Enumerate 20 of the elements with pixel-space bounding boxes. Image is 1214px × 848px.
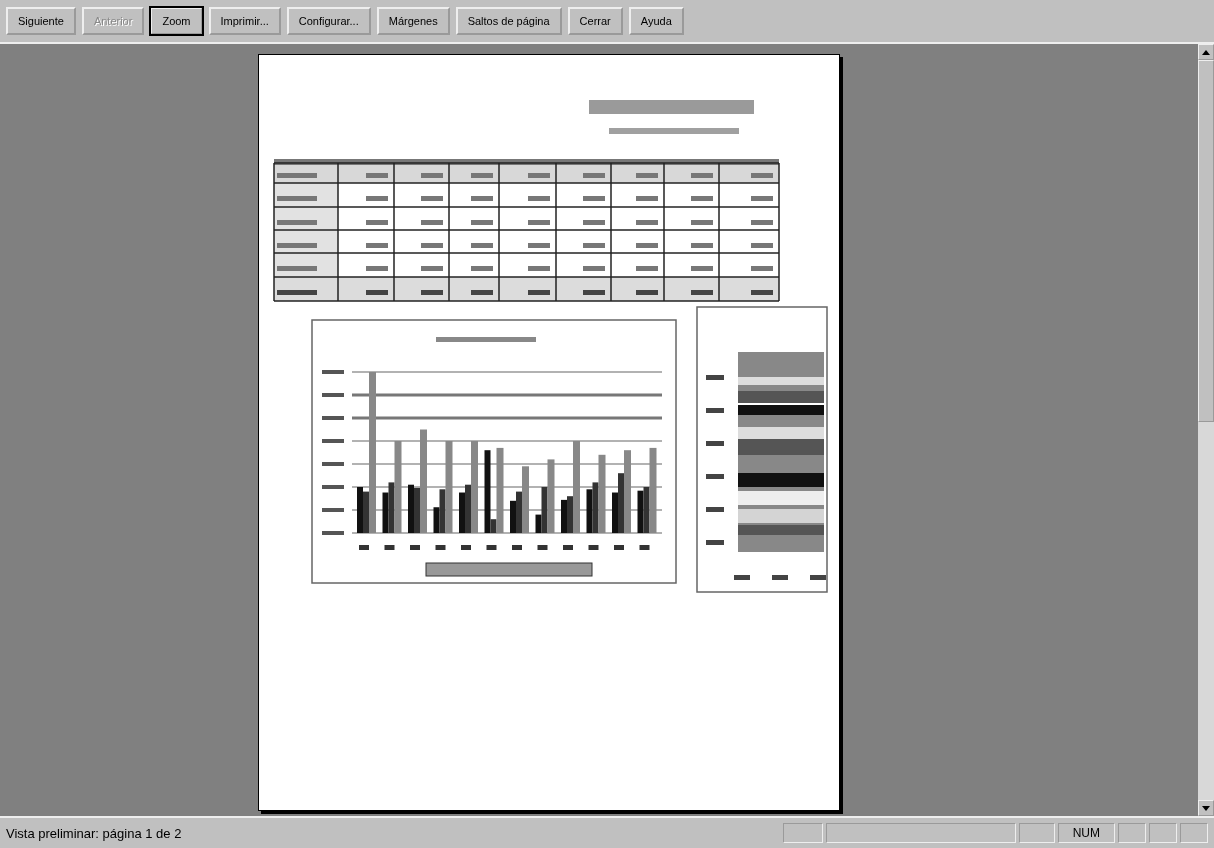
toolbar-button[interactable]: Configurar... bbox=[286, 7, 371, 35]
scroll-down-button[interactable] bbox=[1198, 800, 1214, 816]
toolbar-button[interactable]: Cerrar bbox=[567, 7, 623, 35]
scroll-up-button[interactable] bbox=[1198, 44, 1214, 60]
toolbar-button[interactable]: Saltos de página bbox=[455, 7, 562, 35]
scrollbar-thumb[interactable] bbox=[1198, 60, 1214, 422]
down-arrow-icon bbox=[1202, 805, 1210, 811]
status-pane bbox=[1018, 823, 1055, 843]
status-indicator: NUM bbox=[1057, 823, 1115, 843]
status-pane bbox=[1180, 823, 1208, 843]
toolbar-button[interactable]: Siguiente bbox=[6, 7, 76, 35]
status-pane bbox=[782, 823, 823, 843]
toolbar-button[interactable]: Zoom bbox=[150, 7, 203, 35]
toolbar-button[interactable]: Imprimir... bbox=[208, 7, 281, 35]
status-message: Vista preliminar: página 1 de 2 bbox=[6, 825, 183, 841]
status-pane bbox=[1149, 823, 1177, 843]
toolbar-button[interactable]: Márgenes bbox=[376, 7, 450, 35]
status-pane bbox=[1118, 823, 1146, 843]
toolbar-button[interactable]: Ayuda bbox=[628, 7, 684, 35]
up-arrow-icon bbox=[1202, 49, 1210, 55]
